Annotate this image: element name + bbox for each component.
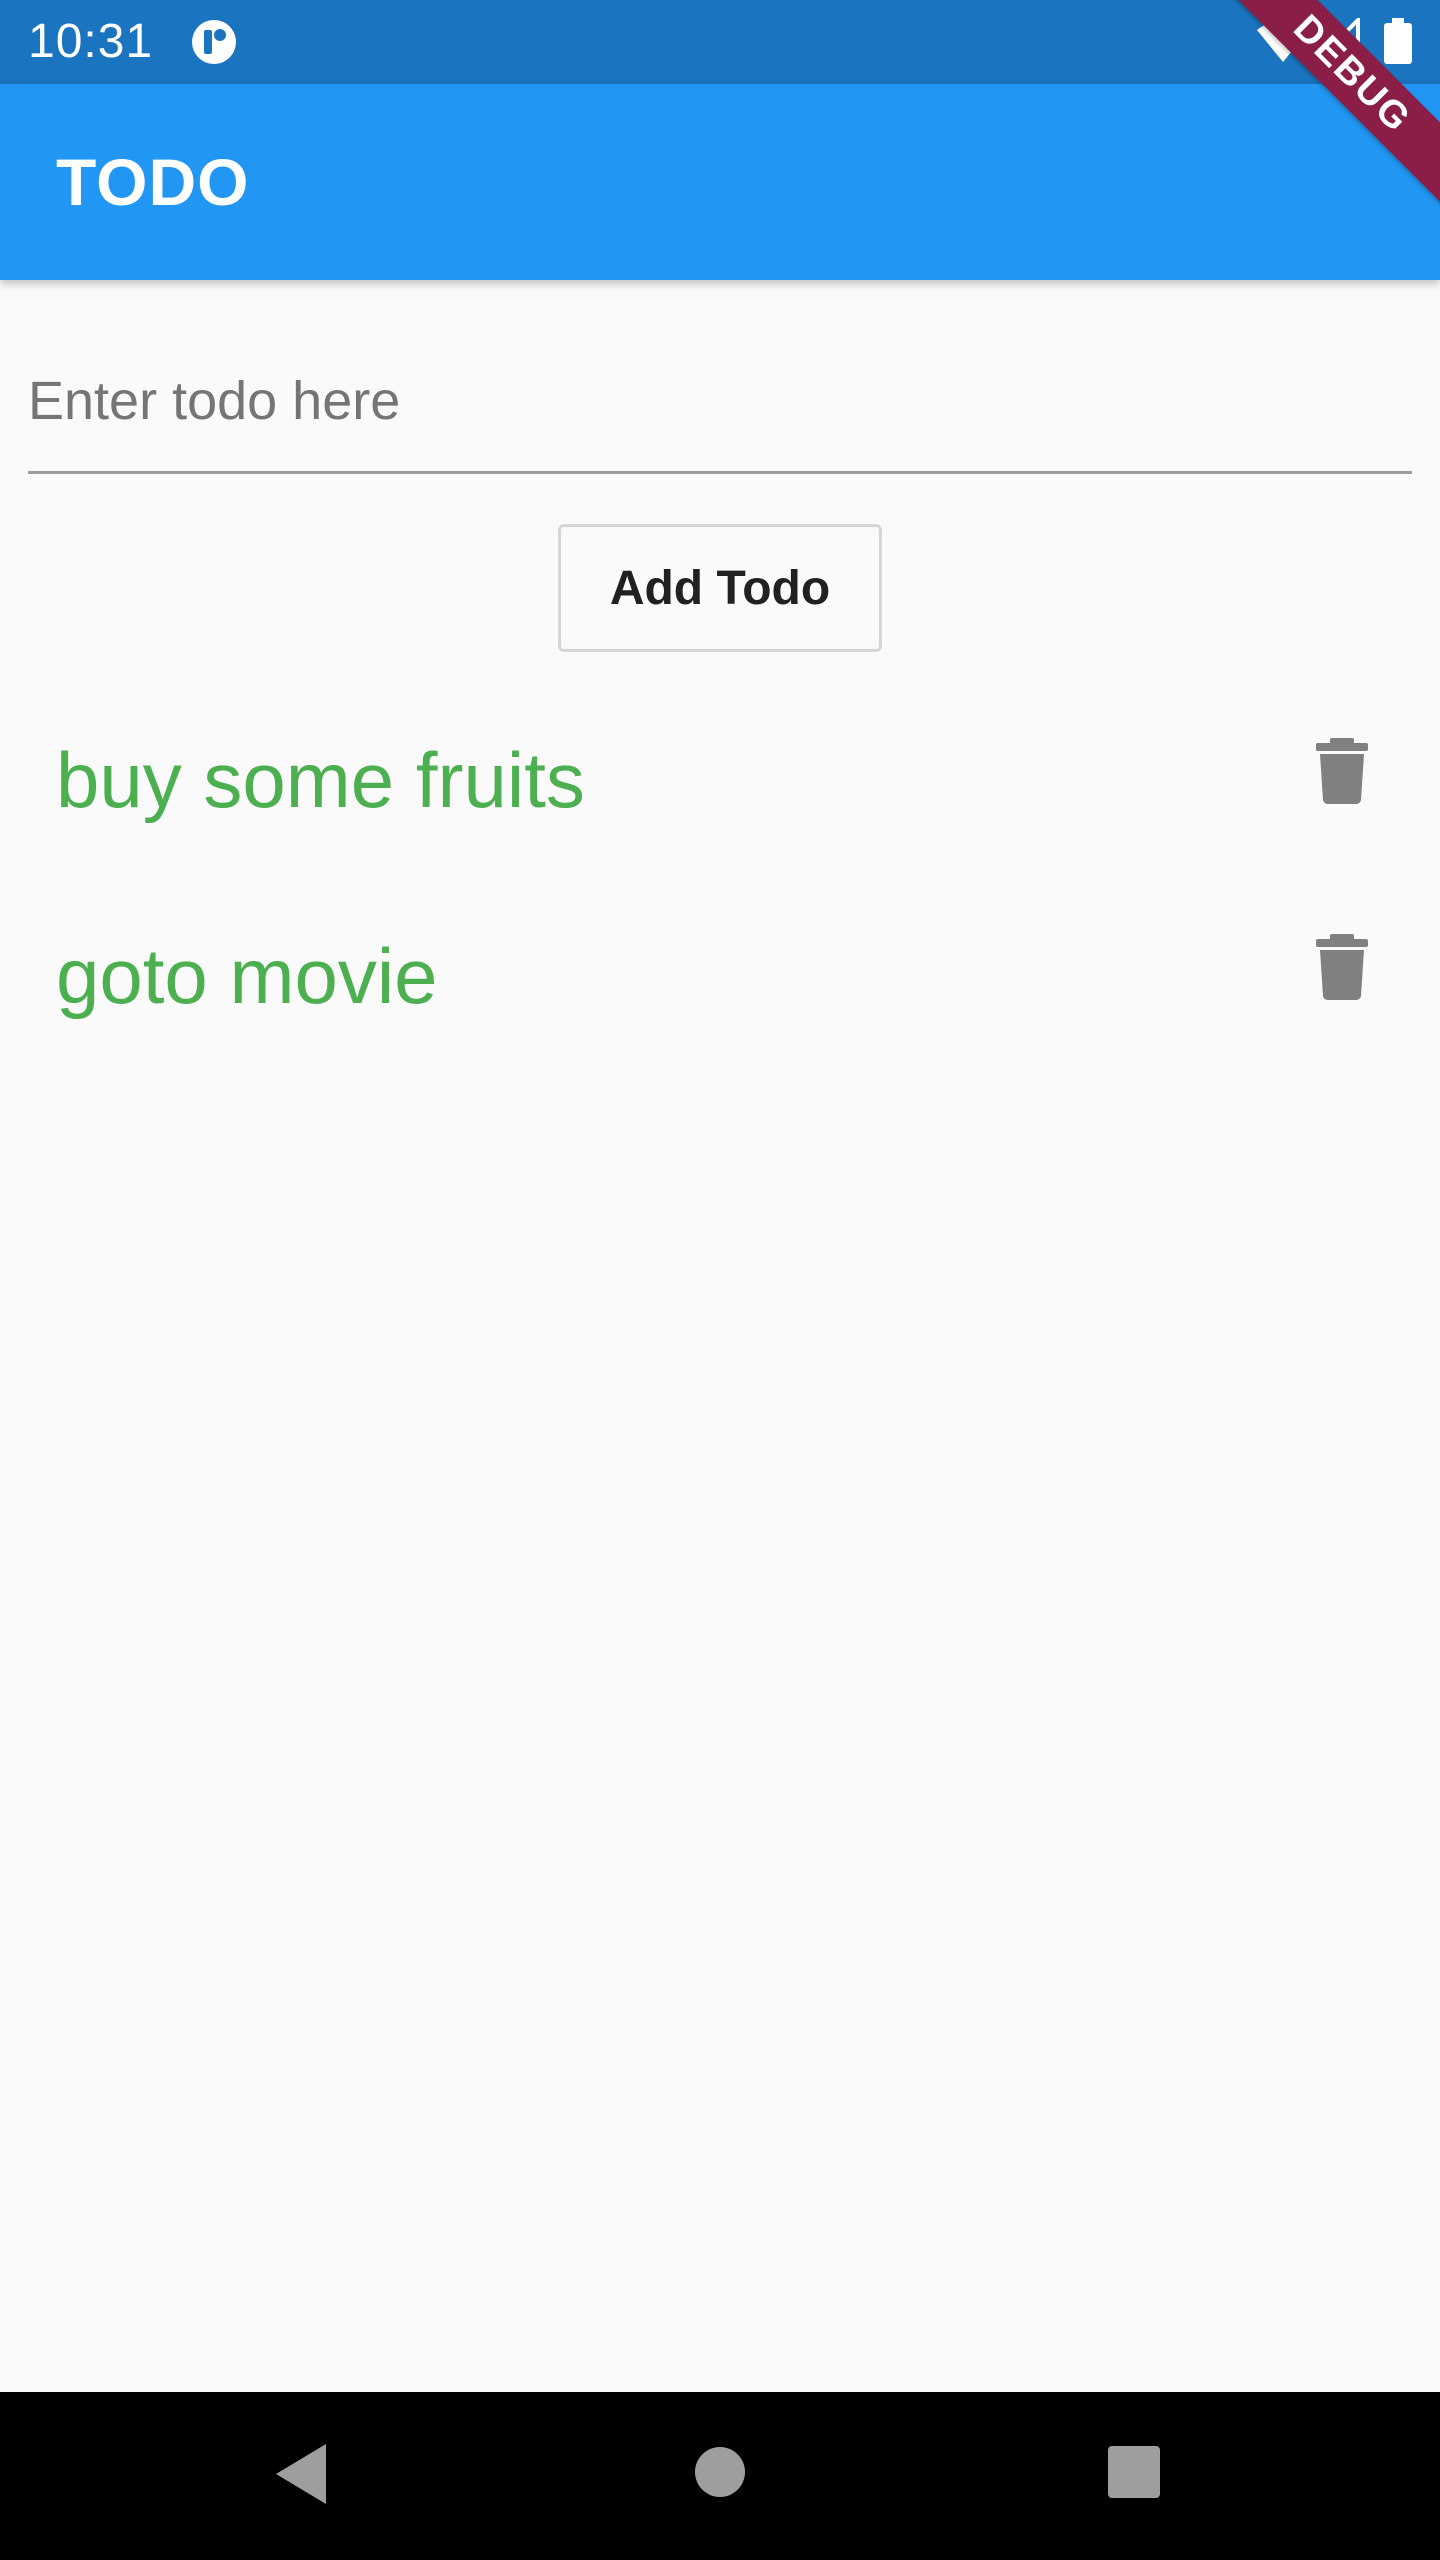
back-icon[interactable] — [272, 2442, 328, 2506]
app-bar: TODO — [0, 84, 1440, 280]
page-title: TODO — [56, 145, 250, 219]
list-item: goto movie — [0, 896, 1440, 1056]
todo-input[interactable] — [28, 330, 1412, 474]
status-time: 10:31 — [28, 15, 154, 68]
status-bar: 10:31 — [0, 0, 1440, 84]
app-notification-icon — [192, 20, 236, 64]
add-todo-button[interactable]: Add Todo — [558, 524, 882, 652]
trash-icon[interactable] — [1316, 738, 1368, 804]
trash-icon[interactable] — [1316, 934, 1368, 1000]
recents-icon[interactable] — [1108, 2446, 1160, 2498]
home-icon[interactable] — [694, 2446, 746, 2498]
todo-text: goto movie — [56, 932, 438, 1020]
list-item: buy some fruits — [0, 700, 1440, 860]
battery-icon — [1384, 18, 1412, 64]
navigation-bar — [0, 2392, 1440, 2560]
todo-text: buy some fruits — [56, 736, 585, 824]
